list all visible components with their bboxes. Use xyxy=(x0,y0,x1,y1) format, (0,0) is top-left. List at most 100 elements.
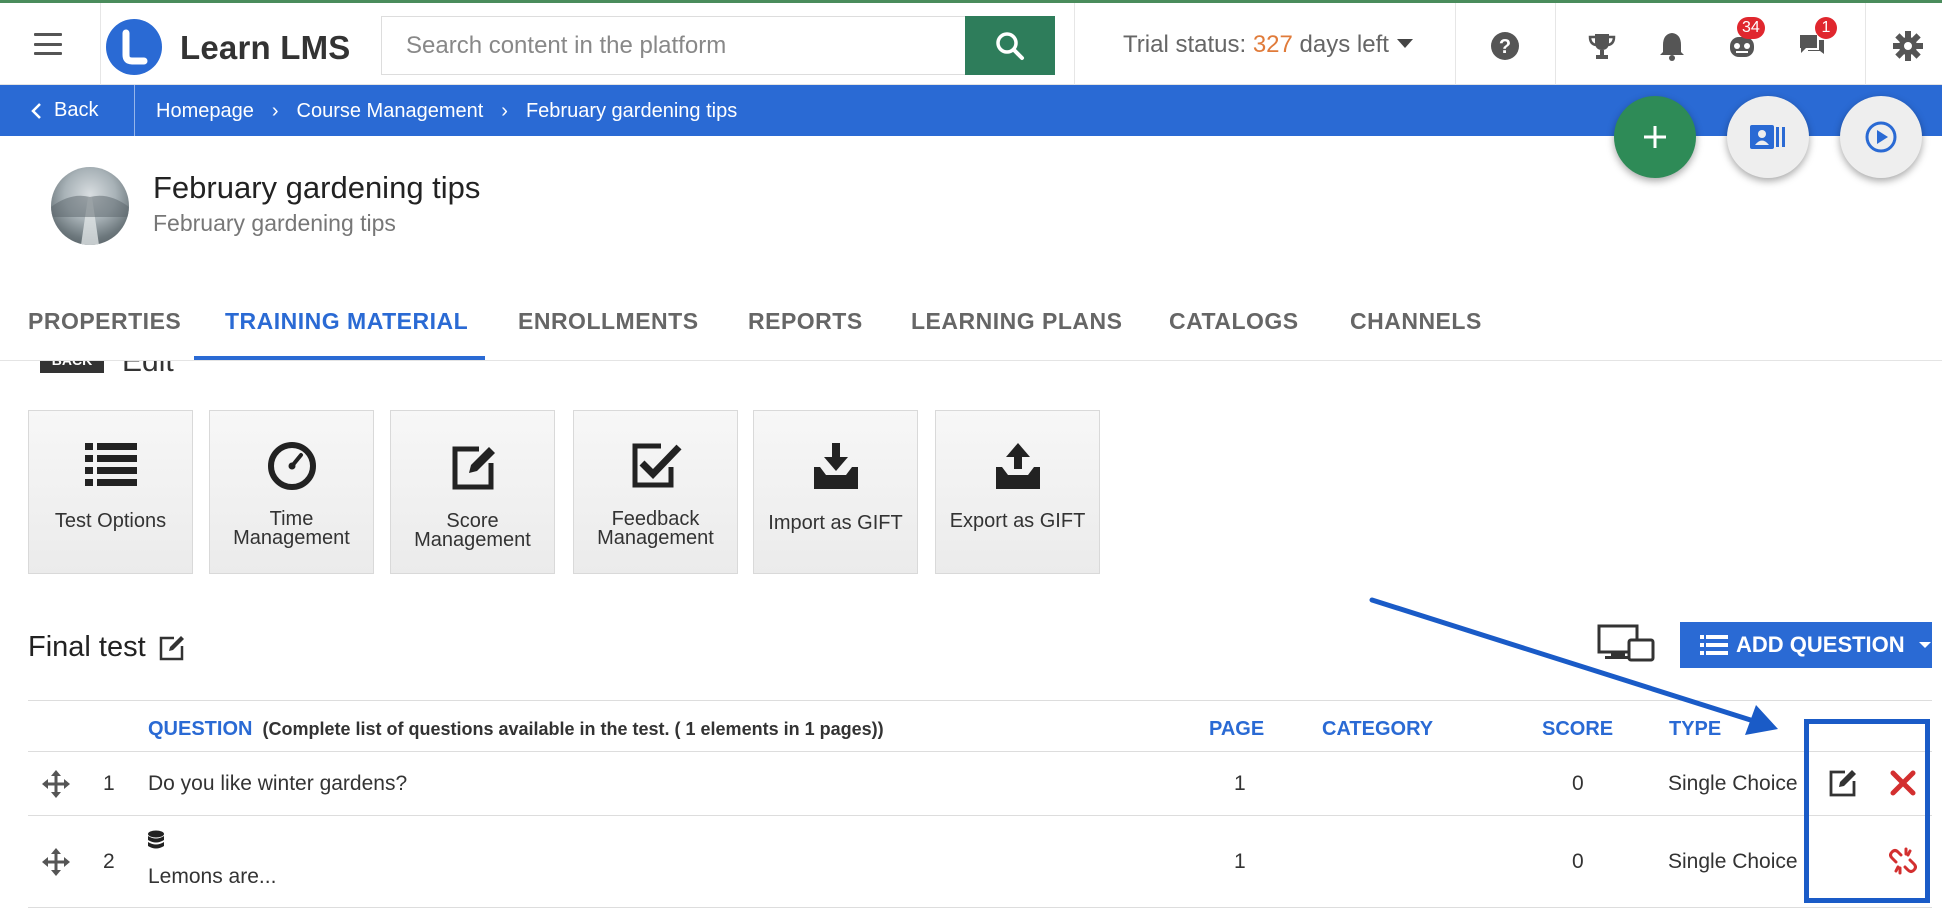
edit-icon xyxy=(452,446,495,490)
column-header-page[interactable]: PAGE xyxy=(1209,718,1264,741)
question-text: Do you like winter gardens? xyxy=(148,772,408,795)
export-icon xyxy=(995,443,1040,489)
breadcrumb-homepage[interactable]: Homepage xyxy=(156,100,254,123)
search-field[interactable] xyxy=(381,16,967,75)
breadcrumb-course-management[interactable]: Course Management xyxy=(297,100,484,123)
question-header-label: QUESTION xyxy=(148,718,253,740)
export-gift-card[interactable]: Export as GIFT xyxy=(935,410,1100,574)
chevron-right-icon: › xyxy=(501,100,508,122)
row-number: 1 xyxy=(103,772,115,795)
play-circle-icon xyxy=(1865,121,1897,153)
edit-title: Edit xyxy=(122,361,174,373)
back-button[interactable]: Back xyxy=(30,99,98,122)
trophy-icon[interactable] xyxy=(1585,29,1619,63)
import-gift-card[interactable]: Import as GIFT xyxy=(753,410,918,574)
trial-days: 327 xyxy=(1252,31,1293,58)
question-type: Single Choice xyxy=(1668,850,1798,873)
tab-enrollments[interactable]: ENROLLMENTS xyxy=(518,308,699,335)
course-subtitle: February gardening tips xyxy=(153,210,396,236)
chevron-right-icon: › xyxy=(271,100,279,122)
question-page: 1 xyxy=(1234,850,1246,873)
table-header-border xyxy=(28,751,1932,752)
add-fab-button[interactable] xyxy=(1614,96,1696,178)
course-tabs: PROPERTIES TRAINING MATERIAL ENROLLMENTS… xyxy=(0,300,1942,361)
chat-badge: 1 xyxy=(1815,17,1837,39)
catalog-fab-button[interactable] xyxy=(1727,96,1809,178)
annotation-arrow-icon xyxy=(1369,597,1778,735)
header-divider xyxy=(1074,3,1075,85)
robot-badge: 34 xyxy=(1737,17,1765,39)
tab-properties[interactable]: PROPERTIES xyxy=(28,308,181,335)
check-square-icon xyxy=(632,443,682,488)
plus-icon xyxy=(1644,126,1666,148)
breadcrumb: Homepage › Course Management › February … xyxy=(156,100,737,123)
caret-down-icon xyxy=(1918,642,1931,648)
breadcrumb-current-course: February gardening tips xyxy=(525,100,738,122)
header-divider xyxy=(100,3,101,85)
id-card-icon xyxy=(1750,125,1785,149)
test-title-text: Final test xyxy=(28,631,146,663)
tab-learning-plans[interactable]: LEARNING PLANS xyxy=(911,308,1122,335)
top-header: Learn LMS Trial status: 327 days left ? … xyxy=(0,0,1942,85)
question-header-note: (Complete list of questions available in… xyxy=(262,719,884,739)
card-label: Export as GIFT xyxy=(949,510,1086,532)
active-tab-indicator xyxy=(194,356,485,360)
annotation-highlight-box xyxy=(1804,719,1930,903)
feedback-management-card[interactable]: Feedback Management xyxy=(573,410,738,574)
test-options-card[interactable]: Test Options xyxy=(28,410,193,574)
tab-training-material[interactable]: TRAINING MATERIAL xyxy=(225,308,468,335)
tab-reports[interactable]: REPORTS xyxy=(748,308,863,335)
menu-icon[interactable] xyxy=(34,33,62,55)
tab-catalogs[interactable]: CATALOGS xyxy=(1169,308,1299,335)
bell-icon[interactable] xyxy=(1655,29,1689,63)
time-management-card[interactable]: Time Management xyxy=(209,410,374,574)
page-root: Learn LMS Trial status: 327 days left ? … xyxy=(0,0,1942,918)
search-icon xyxy=(996,31,1024,60)
database-icon xyxy=(147,830,165,857)
row-divider xyxy=(28,815,1932,816)
header-divider xyxy=(1455,3,1456,85)
header-divider xyxy=(1865,3,1866,85)
edit-title-icon[interactable] xyxy=(158,634,186,662)
back-label: Back xyxy=(54,99,99,121)
drag-handle-icon[interactable] xyxy=(42,848,70,881)
question-type: Single Choice xyxy=(1668,772,1798,795)
trial-prefix: Trial status: xyxy=(1123,31,1253,58)
row-number: 2 xyxy=(103,850,115,873)
question-score: 0 xyxy=(1572,772,1584,795)
robot-icon[interactable]: 34 xyxy=(1725,17,1765,63)
question-score: 0 xyxy=(1572,850,1584,873)
app-name: Learn LMS xyxy=(180,29,351,66)
gear-icon[interactable] xyxy=(1891,29,1925,63)
breadcrumb-divider xyxy=(134,85,135,136)
caret-down-icon xyxy=(1396,39,1413,48)
drag-handle-icon[interactable] xyxy=(42,770,70,803)
import-icon xyxy=(813,443,858,489)
card-label: Management xyxy=(414,529,531,551)
card-label: Management xyxy=(233,527,350,549)
card-label: Feedback xyxy=(611,508,700,530)
trial-status-dropdown[interactable]: Trial status: 327 days left xyxy=(1123,31,1413,59)
test-title: Final test xyxy=(28,631,186,664)
help-icon[interactable]: ? xyxy=(1488,29,1522,63)
question-page: 1 xyxy=(1234,772,1246,795)
chat-icon[interactable]: 1 xyxy=(1795,17,1837,63)
clock-icon xyxy=(267,442,316,490)
edit-back-button[interactable]: BACK xyxy=(40,361,104,373)
column-header-question[interactable]: QUESTION (Complete list of questions avai… xyxy=(148,718,884,741)
course-title: February gardening tips xyxy=(153,170,481,205)
score-management-card[interactable]: Score Management xyxy=(390,410,555,574)
card-label: Test Options xyxy=(54,510,167,532)
question-text: Lemons are... xyxy=(148,865,277,888)
search-input[interactable] xyxy=(382,17,967,74)
card-label: Import as GIFT xyxy=(768,512,903,534)
logo-icon xyxy=(106,19,162,75)
play-fab-button[interactable] xyxy=(1840,96,1922,178)
card-label: Management xyxy=(597,527,714,549)
search-button[interactable] xyxy=(965,16,1055,75)
card-label: Score xyxy=(446,510,499,532)
tab-channels[interactable]: CHANNELS xyxy=(1350,308,1482,335)
row-divider xyxy=(28,907,1932,908)
trial-suffix: days left xyxy=(1292,31,1389,58)
svg-text:?: ? xyxy=(1499,36,1511,58)
